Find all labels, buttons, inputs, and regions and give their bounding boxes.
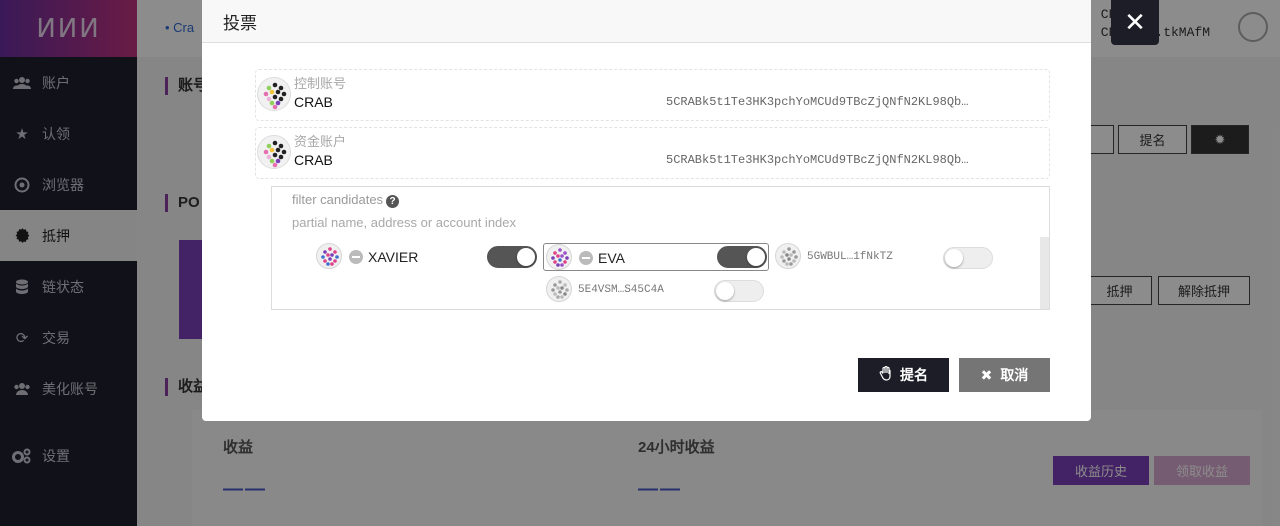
candidates-box: filter candidates? XAVIER (271, 186, 1050, 310)
candidate-toggle[interactable] (487, 246, 537, 268)
controller-address: 5CRABk5t1Te3HK3pchYoMCUd9TBcZjQNfN2KL98Q… (666, 95, 969, 109)
controller-name: CRAB (294, 94, 333, 110)
candidate-name: 5GWBUL…1fNkTZ (807, 251, 893, 263)
candidate-name: 5E4VSM…S45C4A (578, 284, 664, 296)
stash-name: CRAB (294, 152, 333, 168)
candidate-toggle[interactable] (943, 247, 993, 269)
cancel-button[interactable]: ✖ 取消 (959, 358, 1050, 392)
controller-label: 控制账号 (294, 76, 347, 91)
identicon (546, 276, 572, 302)
nominate-button[interactable]: 提名 (858, 358, 949, 392)
help-icon[interactable]: ? (386, 195, 400, 208)
stash-account-row[interactable]: 资金账户 CRAB 5CRABk5t1Te3HK3pchYoMCUd9TBcZj… (255, 127, 1050, 179)
candidate-eva[interactable]: EVA (543, 243, 769, 271)
filter-label: filter candidates? (292, 192, 400, 208)
close-button[interactable]: ✕ (1111, 0, 1159, 45)
minus-icon (349, 250, 363, 264)
scrollbar[interactable] (1040, 237, 1049, 309)
minus-icon (579, 251, 593, 265)
toggle-knob (517, 248, 535, 266)
candidate-5e4vsm[interactable]: 5E4VSM…S45C4A (544, 276, 770, 304)
candidate-5gwbul[interactable]: 5GWBUL…1fNkTZ (775, 243, 1001, 271)
modal-header: 投票 (202, 0, 1091, 43)
identicon (257, 77, 291, 111)
close-icon: ✕ (1124, 7, 1146, 37)
modal-title: 投票 (223, 13, 257, 33)
controller-account-row[interactable]: 控制账号 CRAB 5CRABk5t1Te3HK3pchYoMCUd9TBcZj… (255, 69, 1050, 121)
filter-input[interactable] (292, 213, 792, 231)
hand-icon (879, 365, 892, 384)
nominate-button-label: 提名 (900, 367, 928, 383)
identicon (257, 135, 291, 169)
candidate-toggle[interactable] (714, 280, 764, 302)
stash-label: 资金账户 (294, 134, 347, 149)
candidate-xavier[interactable]: XAVIER (314, 243, 540, 271)
close-icon: ✖ (980, 366, 993, 383)
toggle-knob (747, 248, 765, 266)
candidate-name: XAVIER (368, 249, 419, 265)
identicon (316, 243, 342, 269)
candidate-toggle[interactable] (717, 246, 767, 268)
cancel-button-label: 取消 (1000, 367, 1029, 383)
candidate-name: EVA (598, 250, 625, 266)
stash-address: 5CRABk5t1Te3HK3pchYoMCUd9TBcZjQNfN2KL98Q… (666, 153, 969, 167)
vote-modal: 投票 控制账号 CRAB 5CRABk5t1Te3HK3pchYoMCUd9TB… (202, 0, 1091, 421)
identicon (775, 243, 801, 269)
toggle-knob (945, 249, 963, 267)
filter-label-text: filter candidates (292, 192, 384, 207)
identicon (546, 244, 572, 270)
toggle-knob (716, 282, 734, 300)
